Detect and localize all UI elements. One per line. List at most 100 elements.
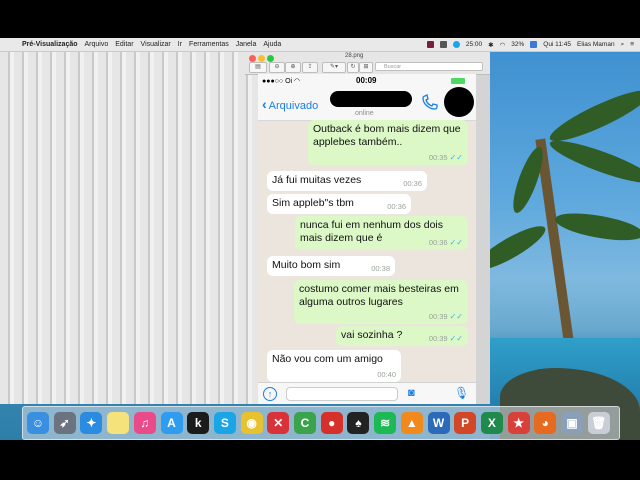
- app-menu[interactable]: Pré-Visualização: [22, 41, 78, 48]
- message-time: 00:36 ✓✓: [428, 238, 463, 247]
- toolbox-button[interactable]: ⊞: [359, 62, 373, 73]
- message-time: 00:40: [377, 370, 396, 379]
- dropbox-icon[interactable]: [439, 41, 447, 48]
- message-bubble[interactable]: Muito bom sim 00:38: [267, 256, 395, 276]
- message-bubble[interactable]: Não vou com um amigo 00:40: [267, 350, 401, 382]
- carrier-signal: ●●●○○ Oi ◠: [262, 78, 301, 85]
- phone-status-bar: ●●●○○ Oi ◠ 00:09: [258, 74, 476, 88]
- minimize-button[interactable]: [258, 55, 265, 62]
- microphone-icon[interactable]: 🎙: [454, 386, 469, 402]
- bluetooth-icon[interactable]: ✱: [488, 41, 493, 49]
- rotate-button[interactable]: ↻: [347, 62, 359, 73]
- firefox-icon[interactable]: ◕: [534, 412, 557, 434]
- notes-icon[interactable]: [107, 412, 130, 434]
- excel-icon[interactable]: X: [480, 412, 503, 434]
- message-time: 00:39 ✓✓: [428, 312, 463, 321]
- vlc-icon[interactable]: ▲: [400, 412, 423, 434]
- attach-icon[interactable]: ↑: [263, 387, 277, 401]
- phone-call-icon[interactable]: [421, 94, 439, 110]
- spotify-icon[interactable]: ≋: [374, 412, 397, 434]
- zoom-button[interactable]: [267, 55, 274, 62]
- record-icon[interactable]: [426, 41, 434, 48]
- message-bubble[interactable]: nunca fui em nenhum dos dois mais dizem …: [295, 216, 468, 250]
- camtasia-icon[interactable]: C: [294, 412, 316, 434]
- safari-icon[interactable]: ✦: [80, 412, 103, 434]
- read-ticks-icon: ✓✓: [449, 334, 463, 343]
- menu-editar[interactable]: Editar: [115, 41, 133, 48]
- battery-text[interactable]: 32%: [511, 41, 524, 48]
- message-time: 00:36: [403, 179, 422, 188]
- app-store-icon[interactable]: A: [160, 412, 183, 434]
- read-ticks-icon: ✓✓: [449, 153, 463, 162]
- sidebar-toggle-button[interactable]: ▤: [249, 62, 267, 73]
- wunderlist-icon[interactable]: ★: [507, 412, 530, 434]
- palm-frond: [553, 208, 640, 246]
- message-input[interactable]: [286, 387, 398, 401]
- letterbox-top: [0, 0, 640, 38]
- message-bubble[interactable]: Sim appleb"s tbm 00:36: [267, 194, 411, 214]
- menu-list-icon[interactable]: ≡: [630, 41, 634, 48]
- message-time: 00:35 ✓✓: [428, 153, 463, 162]
- timer-text[interactable]: 25:00: [466, 41, 482, 48]
- tomato-icon[interactable]: ●: [320, 412, 343, 434]
- menu-bar: Pré-Visualização Arquivo Editar Visualiz…: [0, 38, 640, 52]
- zoom-out-button[interactable]: ⊖: [269, 62, 285, 73]
- message-text: Não vou com um amigo: [272, 353, 383, 365]
- launchpad-icon[interactable]: ➶: [53, 412, 76, 434]
- message-bubble[interactable]: Já fui muitas vezes 00:36: [267, 171, 427, 191]
- markup-button[interactable]: ✎▾: [322, 62, 346, 73]
- finder-icon[interactable]: ☺: [27, 412, 49, 434]
- battery-icon: [451, 78, 465, 84]
- chevron-left-icon: ‹: [262, 96, 267, 112]
- menu-janela[interactable]: Janela: [236, 41, 257, 48]
- carrier-name: Oi: [285, 78, 293, 85]
- back-label: Arquivado: [268, 100, 319, 112]
- search-placeholder: Buscar: [384, 64, 402, 70]
- skype-status-icon[interactable]: [452, 41, 460, 48]
- crossover-icon[interactable]: ✕: [267, 412, 290, 434]
- message-bubble[interactable]: vai sozinha ? 00:39 ✓✓: [336, 326, 468, 346]
- message-time: 00:36: [387, 202, 406, 211]
- phone-clock: 00:09: [356, 76, 377, 85]
- read-ticks-icon: ✓✓: [449, 312, 463, 321]
- menu-ajuda[interactable]: Ajuda: [263, 41, 281, 48]
- zoom-in-button[interactable]: ⊕: [285, 62, 301, 73]
- message-text: costumo comer mais besteiras em alguma o…: [299, 283, 459, 308]
- message-time: 00:38: [371, 264, 390, 273]
- message-text: nunca fui em nenhum dos dois mais dizem …: [300, 219, 444, 244]
- contact-avatar[interactable]: [444, 87, 474, 117]
- read-ticks-icon: ✓✓: [449, 238, 463, 247]
- window-title: 28.png: [345, 53, 364, 59]
- kindle-icon[interactable]: k: [187, 412, 210, 434]
- menu-ferramentas[interactable]: Ferramentas: [189, 41, 229, 48]
- chrome-icon[interactable]: ◉: [240, 412, 263, 434]
- user-name[interactable]: Elias Maman: [577, 41, 615, 48]
- flag-icon[interactable]: [530, 41, 538, 48]
- chat-header: ‹ Arquivado online: [258, 87, 476, 121]
- trash-icon[interactable]: 🗑: [587, 412, 610, 434]
- preview-icon[interactable]: ▣: [561, 412, 583, 434]
- poker-icon[interactable]: ♠: [347, 412, 370, 434]
- whatsapp-screenshot: ●●●○○ Oi ◠ 00:09 ‹ Arquivado online Outba…: [258, 74, 476, 404]
- search-field[interactable]: Buscar: [375, 62, 483, 71]
- word-icon[interactable]: W: [427, 412, 450, 434]
- itunes-icon[interactable]: ♫: [133, 412, 156, 434]
- camera-icon[interactable]: ◙: [408, 387, 426, 401]
- wifi-icon[interactable]: ◠: [500, 41, 506, 49]
- menu-clock[interactable]: Qui 11:45: [543, 41, 571, 48]
- message-bubble[interactable]: Outback é bom mais dizem que applebes ta…: [308, 120, 468, 165]
- menu-visualizar[interactable]: Visualizar: [141, 41, 171, 48]
- thumbnail-sidebar[interactable]: [0, 52, 258, 404]
- powerpoint-icon[interactable]: P: [454, 412, 477, 434]
- close-button[interactable]: [249, 55, 256, 62]
- share-button[interactable]: ⇪: [302, 62, 318, 73]
- back-button[interactable]: ‹ Arquivado: [262, 96, 318, 112]
- menu-ir[interactable]: Ir: [178, 41, 182, 48]
- search-icon[interactable]: ⌕: [621, 41, 625, 49]
- message-bubble[interactable]: costumo comer mais besteiras em alguma o…: [294, 280, 468, 324]
- message-text: Sim appleb"s tbm: [272, 197, 354, 209]
- skype-icon[interactable]: S: [213, 412, 236, 434]
- menu-arquivo[interactable]: Arquivo: [85, 41, 109, 48]
- message-text: Outback é bom mais dizem que applebes ta…: [313, 123, 461, 148]
- message-list: Outback é bom mais dizem que applebes ta…: [258, 120, 476, 382]
